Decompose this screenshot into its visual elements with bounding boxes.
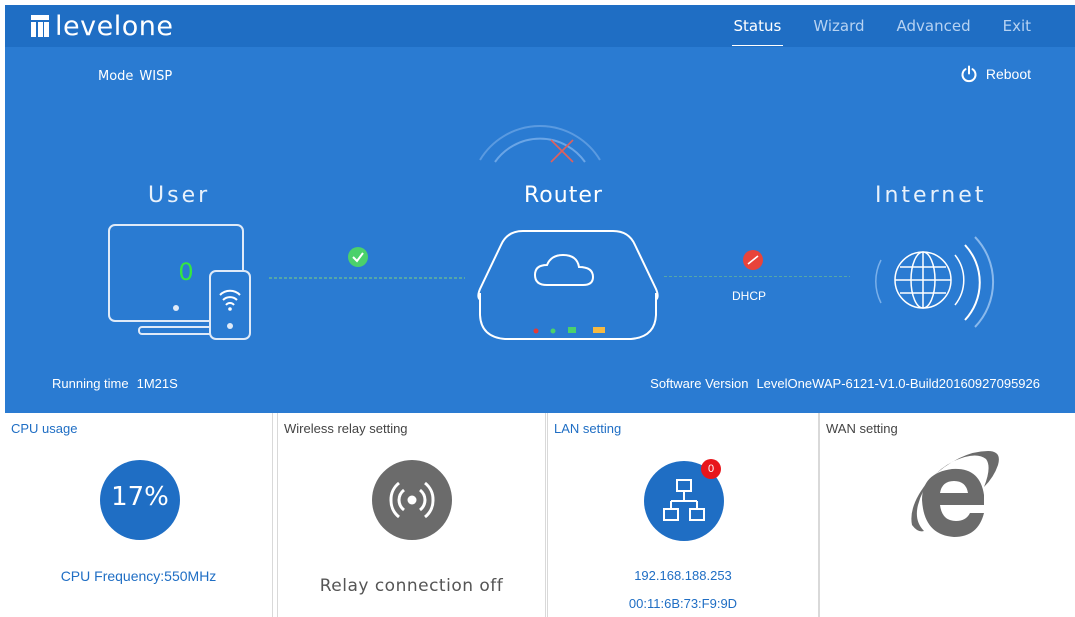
lan-title: LAN setting	[554, 421, 622, 436]
wan-panel[interactable]: WAN setting	[819, 413, 1075, 617]
software-version-label: Software Version	[650, 376, 749, 391]
router-internet-link	[664, 250, 850, 277]
lan-mac-address: 00:11:6B:73:F9:9D	[628, 596, 738, 611]
reboot-label: Reboot	[985, 66, 1031, 82]
relay-panel[interactable]: Wireless relay setting Relay connection …	[277, 413, 546, 617]
brand-name: levelone	[55, 10, 174, 42]
lan-ip-address: 192.168.188.253	[634, 568, 732, 583]
wireless-relay-icon	[372, 460, 452, 540]
main-nav: Status Wizard Advanced Exit	[731, 5, 1033, 47]
cpu-title: CPU usage	[11, 421, 78, 436]
user-label: User	[148, 183, 211, 208]
running-time: Running time 1M21S	[52, 376, 178, 391]
wireless-signal-icon	[479, 125, 601, 163]
software-version: Software Version LevelOneWAP-6121-V1.0-Bu…	[650, 376, 1040, 391]
nav-exit[interactable]: Exit	[1001, 13, 1033, 39]
user-count: 0	[178, 258, 194, 286]
router-label: Router	[524, 183, 603, 208]
nav-advanced[interactable]: Advanced	[895, 13, 973, 39]
logo-icon	[31, 15, 49, 37]
running-time-value: 1M21S	[136, 376, 178, 391]
cpu-panel[interactable]: CPU usage 17% CPU Frequency:550MHz	[5, 413, 273, 617]
mode-display: Mode WISP	[98, 69, 172, 84]
internet-label: Internet	[875, 183, 987, 208]
wan-protocol: DHCP	[732, 289, 767, 303]
brand-logo[interactable]: levelone	[31, 10, 174, 42]
reboot-button[interactable]: Reboot	[960, 65, 1031, 83]
running-time-label: Running time	[52, 376, 129, 391]
mode-label: Mode	[98, 69, 134, 84]
relay-status: Relay connection off	[319, 576, 504, 596]
relay-title: Wireless relay setting	[284, 421, 408, 436]
top-bar: levelone Status Wizard Advanced Exit	[5, 5, 1075, 47]
wan-title: WAN setting	[826, 421, 898, 436]
cpu-percent: 17%	[111, 482, 169, 512]
user-router-link	[269, 247, 465, 279]
lan-notification-badge: 0	[701, 459, 721, 479]
cpu-frequency: CPU Frequency:550MHz	[60, 568, 217, 584]
router-icon[interactable]	[473, 227, 663, 345]
internet-explorer-icon	[911, 451, 999, 537]
cpu-gauge: 17%	[100, 460, 180, 540]
power-icon	[961, 65, 977, 83]
software-version-value: LevelOneWAP-6121-V1.0-Build2016092709592…	[756, 376, 1040, 391]
nav-status[interactable]: Status	[731, 13, 784, 46]
nav-wizard[interactable]: Wizard	[811, 13, 866, 39]
globe-icon[interactable]	[853, 225, 1003, 355]
status-panels: CPU usage 17% CPU Frequency:550MHz Wirel…	[5, 413, 1075, 617]
mode-value: WISP	[139, 69, 173, 84]
lan-panel[interactable]: LAN setting 0 192.168.188.253 00:11:6B:7…	[547, 413, 819, 617]
status-hero: levelone Status Wizard Advanced Exit Mod…	[5, 5, 1075, 413]
